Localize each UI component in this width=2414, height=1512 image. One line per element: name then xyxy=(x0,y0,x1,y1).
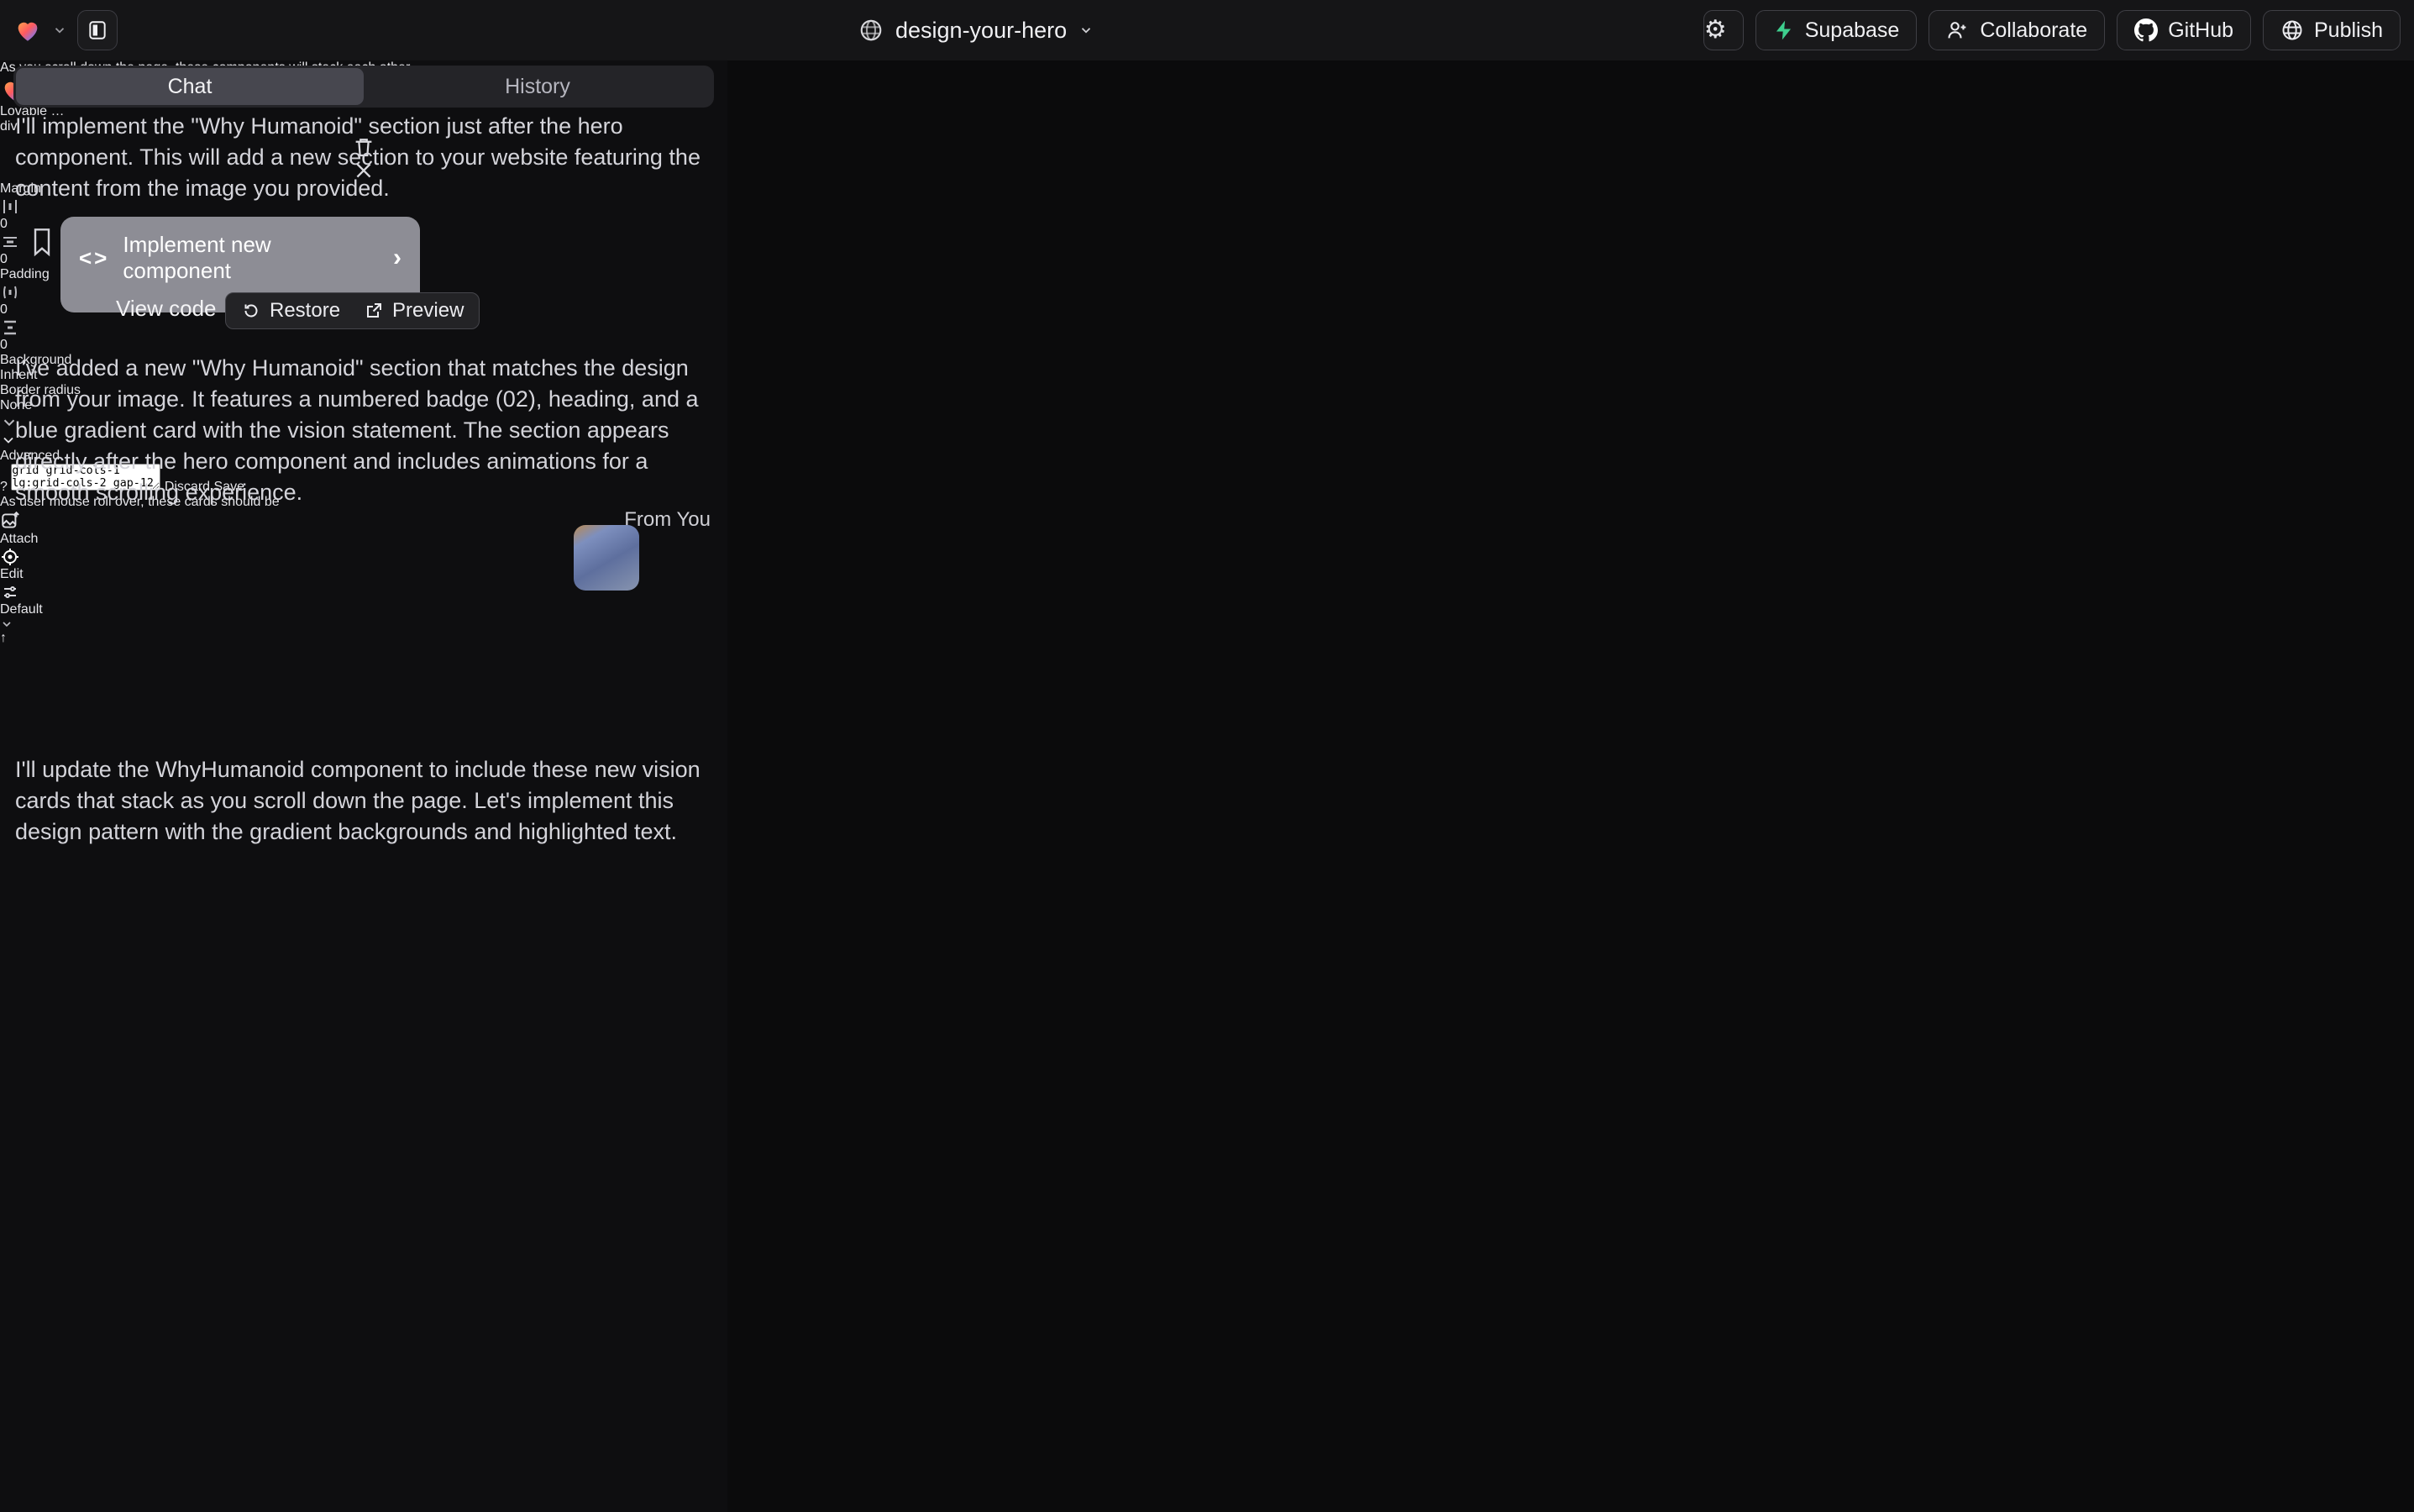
supabase-icon xyxy=(1773,19,1795,41)
bookmark-icon[interactable] xyxy=(29,225,55,259)
collaborate-button[interactable]: Collaborate xyxy=(1929,10,2105,50)
attachment-thumbnail-blue[interactable] xyxy=(574,525,639,591)
chat-history-tabs: Chat History xyxy=(13,66,714,108)
send-button[interactable]: ↑ xyxy=(0,631,7,645)
toggle-sidebar-button[interactable] xyxy=(77,10,118,50)
github-label: GitHub xyxy=(2168,18,2233,43)
edit-target-icon xyxy=(0,547,20,567)
restore-icon xyxy=(241,301,261,321)
lovable-logo-icon[interactable] xyxy=(13,16,42,45)
publish-globe-icon xyxy=(2280,18,2304,42)
project-name: design-your-hero xyxy=(895,18,1067,44)
github-button[interactable]: GitHub xyxy=(2117,10,2251,50)
settings-button[interactable]: ⚙ xyxy=(1703,10,1744,50)
assistant-message: I've added a new "Why Humanoid" section … xyxy=(15,353,709,508)
padding-label: Padding xyxy=(0,267,50,281)
tab-chat[interactable]: Chat xyxy=(16,68,364,105)
topbar-left xyxy=(13,10,118,50)
component-edit-title: Implement new component xyxy=(123,232,366,284)
version-hover-actions: Restore Preview xyxy=(225,292,480,329)
chevron-down-icon xyxy=(0,432,17,449)
collaborate-icon xyxy=(1946,18,1970,42)
code-icon: <> xyxy=(79,245,109,271)
tab-history[interactable]: History xyxy=(364,68,711,105)
external-link-icon xyxy=(364,301,384,321)
publish-button[interactable]: Publish xyxy=(2263,10,2401,50)
chat-sidebar: Chat History I'll implement the "Why Hum… xyxy=(0,60,727,1512)
github-icon xyxy=(2134,18,2158,42)
chevron-down-icon xyxy=(0,617,13,631)
publish-label: Publish xyxy=(2314,18,2383,43)
assistant-message: I'll implement the "Why Humanoid" sectio… xyxy=(15,111,709,204)
margin-y-icon xyxy=(0,232,20,252)
supabase-button[interactable]: Supabase xyxy=(1755,10,1918,50)
topbar: design-your-hero ⚙ Supabase Collaborate xyxy=(0,0,2414,60)
lovable-app-window: design-your-hero ⚙ Supabase Collaborate xyxy=(0,0,2414,1512)
chevron-right-icon: › xyxy=(393,244,401,272)
attachment-thumbnail-orange[interactable] xyxy=(645,525,711,591)
collaborate-label: Collaborate xyxy=(1980,18,2087,43)
help-icon[interactable]: ? xyxy=(0,480,8,494)
padding-x-icon xyxy=(0,282,20,302)
restore-button[interactable]: Restore xyxy=(241,299,340,323)
project-chevron-down-icon xyxy=(1078,23,1094,38)
attach-image-icon xyxy=(0,510,22,532)
padding-y-icon xyxy=(0,318,20,338)
supabase-label: Supabase xyxy=(1805,18,1900,43)
topbar-actions: ⚙ Supabase Collaborate GitHub xyxy=(1703,10,2401,50)
sliders-icon xyxy=(0,582,20,602)
assistant-message: I'll update the WhyHumanoid component to… xyxy=(15,754,709,848)
project-globe-icon xyxy=(858,18,884,43)
project-selector[interactable]: design-your-hero xyxy=(858,0,1094,60)
gear-icon: ⚙ xyxy=(1704,18,1727,43)
workspace-chevron-down-icon[interactable] xyxy=(52,23,67,38)
preview-version-button[interactable]: Preview xyxy=(364,299,464,323)
